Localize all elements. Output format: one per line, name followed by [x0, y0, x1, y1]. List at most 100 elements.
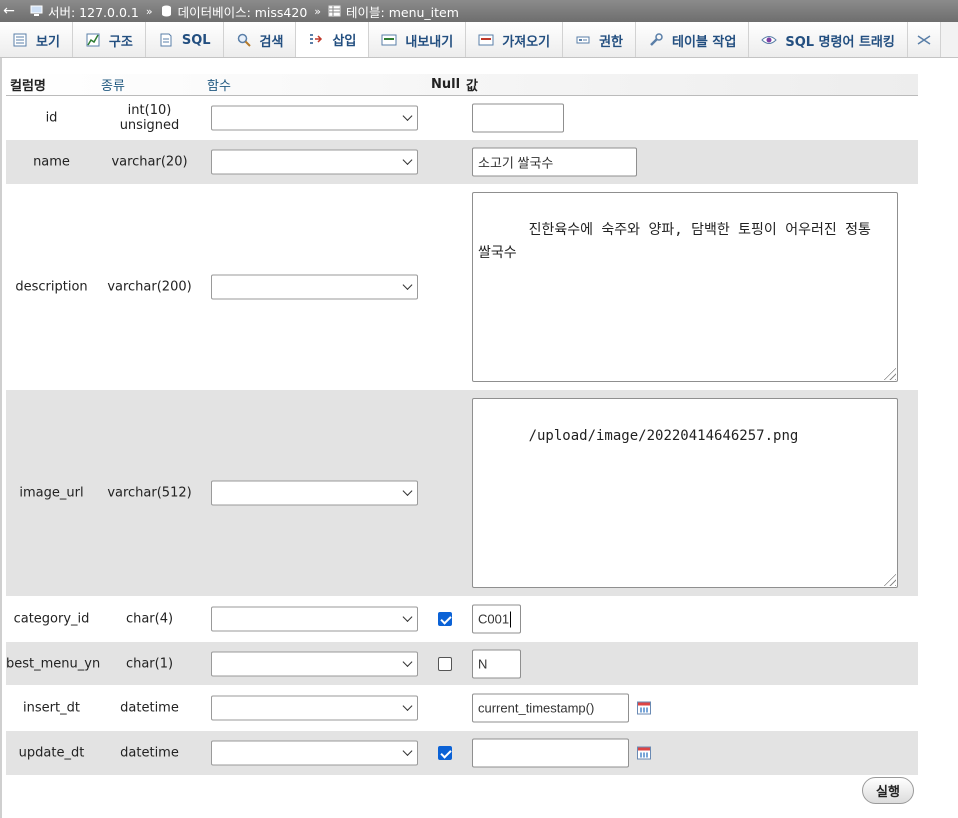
value-input[interactable]: 소고기 쌀국수: [472, 147, 637, 177]
tab-bar: 보기 구조 SQL 검색 삽입 내보내기 가져오기 권한 테이블 작업 SQL …: [0, 22, 958, 58]
header-function: 함수: [207, 79, 231, 94]
wrench-icon: [650, 33, 663, 46]
breadcrumb-database-label: 데이터베이스: miss420: [177, 4, 308, 20]
tab-label: 가져오기: [502, 34, 551, 50]
tab-privileges[interactable]: 권한: [563, 22, 636, 57]
column-name: id: [45, 110, 58, 126]
table-row: image_url varchar(512) /upload/image/202…: [6, 390, 918, 596]
tab-sql[interactable]: SQL: [145, 22, 224, 57]
breadcrumb-separator: »: [314, 4, 322, 18]
textarea-content: /upload/image/20220414646257.png: [528, 428, 799, 444]
tab-operations[interactable]: 테이블 작업: [636, 22, 750, 57]
chevron-down-icon: [402, 746, 413, 756]
export-icon: [381, 34, 397, 46]
function-select[interactable]: [211, 480, 418, 506]
chevron-down-icon: [402, 656, 413, 667]
resize-handle-icon[interactable]: [882, 572, 896, 586]
function-select[interactable]: [211, 695, 418, 721]
import-icon: [478, 34, 494, 46]
table-row: id int(10) unsigned: [6, 96, 918, 140]
tab-label: 삽입: [332, 34, 357, 49]
insert-icon: [310, 33, 323, 44]
tab-import[interactable]: 가져오기: [466, 22, 564, 57]
column-type: datetime: [120, 700, 179, 716]
null-checkbox[interactable]: [438, 612, 452, 626]
tab-structure[interactable]: 구조: [72, 22, 146, 57]
table-header: 컬럼명 종류 함수 Null 값: [6, 74, 918, 96]
header-type: 종류: [101, 79, 125, 94]
breadcrumb-server[interactable]: 서버: 127.0.0.1: [30, 2, 139, 21]
null-checkbox[interactable]: [438, 656, 452, 671]
calendar-icon[interactable]: [637, 746, 651, 760]
calendar-icon[interactable]: [637, 701, 651, 715]
page-border: [0, 58, 2, 818]
database-icon: [161, 5, 171, 17]
resize-handle-icon[interactable]: [882, 366, 896, 380]
column-type: varchar(512): [107, 485, 192, 501]
tab-export[interactable]: 내보내기: [369, 22, 467, 57]
tab-browse[interactable]: 보기: [0, 22, 73, 57]
table-row: insert_dt datetime current_timestamp(): [6, 685, 918, 731]
browse-icon: [13, 33, 27, 47]
tab-label: 테이블 작업: [672, 34, 737, 50]
value-input[interactable]: [472, 738, 629, 768]
column-type: datetime: [120, 745, 179, 761]
chevron-down-icon: [402, 701, 413, 711]
function-select[interactable]: [211, 606, 418, 632]
table-icon: [328, 5, 341, 17]
column-name: image_url: [19, 485, 84, 501]
sql-icon: [160, 33, 172, 47]
header-column-name: 컬럼명: [10, 79, 46, 94]
tab-label: 권한: [599, 34, 623, 50]
chevron-down-icon: [402, 612, 413, 622]
tab-search[interactable]: 검색: [223, 22, 297, 57]
breadcrumb-database[interactable]: 데이터베이스: miss420: [160, 2, 308, 21]
text-cursor: [510, 611, 512, 627]
privileges-icon: [576, 36, 590, 44]
value-input[interactable]: N: [472, 649, 521, 678]
function-select[interactable]: [211, 274, 418, 300]
chevron-down-icon: [402, 111, 413, 121]
column-name: name: [33, 154, 70, 170]
tab-label: SQL: [181, 32, 211, 48]
breadcrumb-table[interactable]: 테이블: menu_item: [328, 2, 459, 21]
column-type: int(10) unsigned: [119, 103, 180, 133]
column-type: char(4): [125, 611, 174, 627]
tab-label: SQL 명령어 트래킹: [785, 34, 895, 50]
go-button[interactable]: 실행: [862, 777, 914, 804]
value-textarea[interactable]: /upload/image/20220414646257.png: [472, 398, 898, 588]
function-select[interactable]: [211, 740, 418, 766]
tab-tracking[interactable]: SQL 명령어 트래킹: [749, 22, 908, 57]
column-type: varchar(200): [107, 279, 192, 295]
value-input[interactable]: [472, 103, 564, 133]
tab-label: 검색: [259, 34, 284, 50]
tab-more[interactable]: [907, 22, 941, 57]
value-input[interactable]: C001: [472, 604, 521, 634]
column-type: char(1): [125, 656, 174, 671]
column-name: update_dt: [18, 745, 85, 761]
table-row: name varchar(20) 소고기 쌀국수: [6, 140, 918, 184]
breadcrumb: ← 서버: 127.0.0.1 » 데이터베이스: miss420 » 테이블:…: [0, 0, 958, 22]
back-arrow-icon[interactable]: ←: [0, 3, 18, 19]
value-input[interactable]: current_timestamp(): [472, 693, 629, 723]
function-select[interactable]: [211, 149, 418, 175]
eye-icon: [761, 36, 778, 44]
column-name: category_id: [13, 611, 90, 627]
table-row: category_id char(4) C001: [6, 596, 918, 642]
tab-insert[interactable]: 삽입: [296, 22, 370, 57]
null-checkbox[interactable]: [438, 746, 452, 760]
value-text: C001: [478, 611, 510, 627]
tab-label: 내보내기: [405, 34, 454, 50]
function-select[interactable]: [211, 651, 418, 676]
triggers-icon: [917, 35, 931, 45]
value-textarea[interactable]: 진한육수에 숙주와 양파, 담백한 토핑이 어우러진 정통 쌀국수: [472, 192, 898, 382]
structure-icon: [86, 33, 100, 47]
function-select[interactable]: [211, 105, 418, 131]
breadcrumb-server-label: 서버: 127.0.0.1: [48, 4, 139, 20]
header-null: Null: [431, 77, 461, 92]
header-value: 값: [466, 79, 478, 94]
column-name: description: [15, 279, 88, 295]
insert-form-table: 컬럼명 종류 함수 Null 값 id int(10) unsigned nam…: [6, 74, 918, 775]
table-row: best_menu_yn char(1) N: [6, 642, 918, 685]
column-type: varchar(20): [111, 154, 188, 170]
